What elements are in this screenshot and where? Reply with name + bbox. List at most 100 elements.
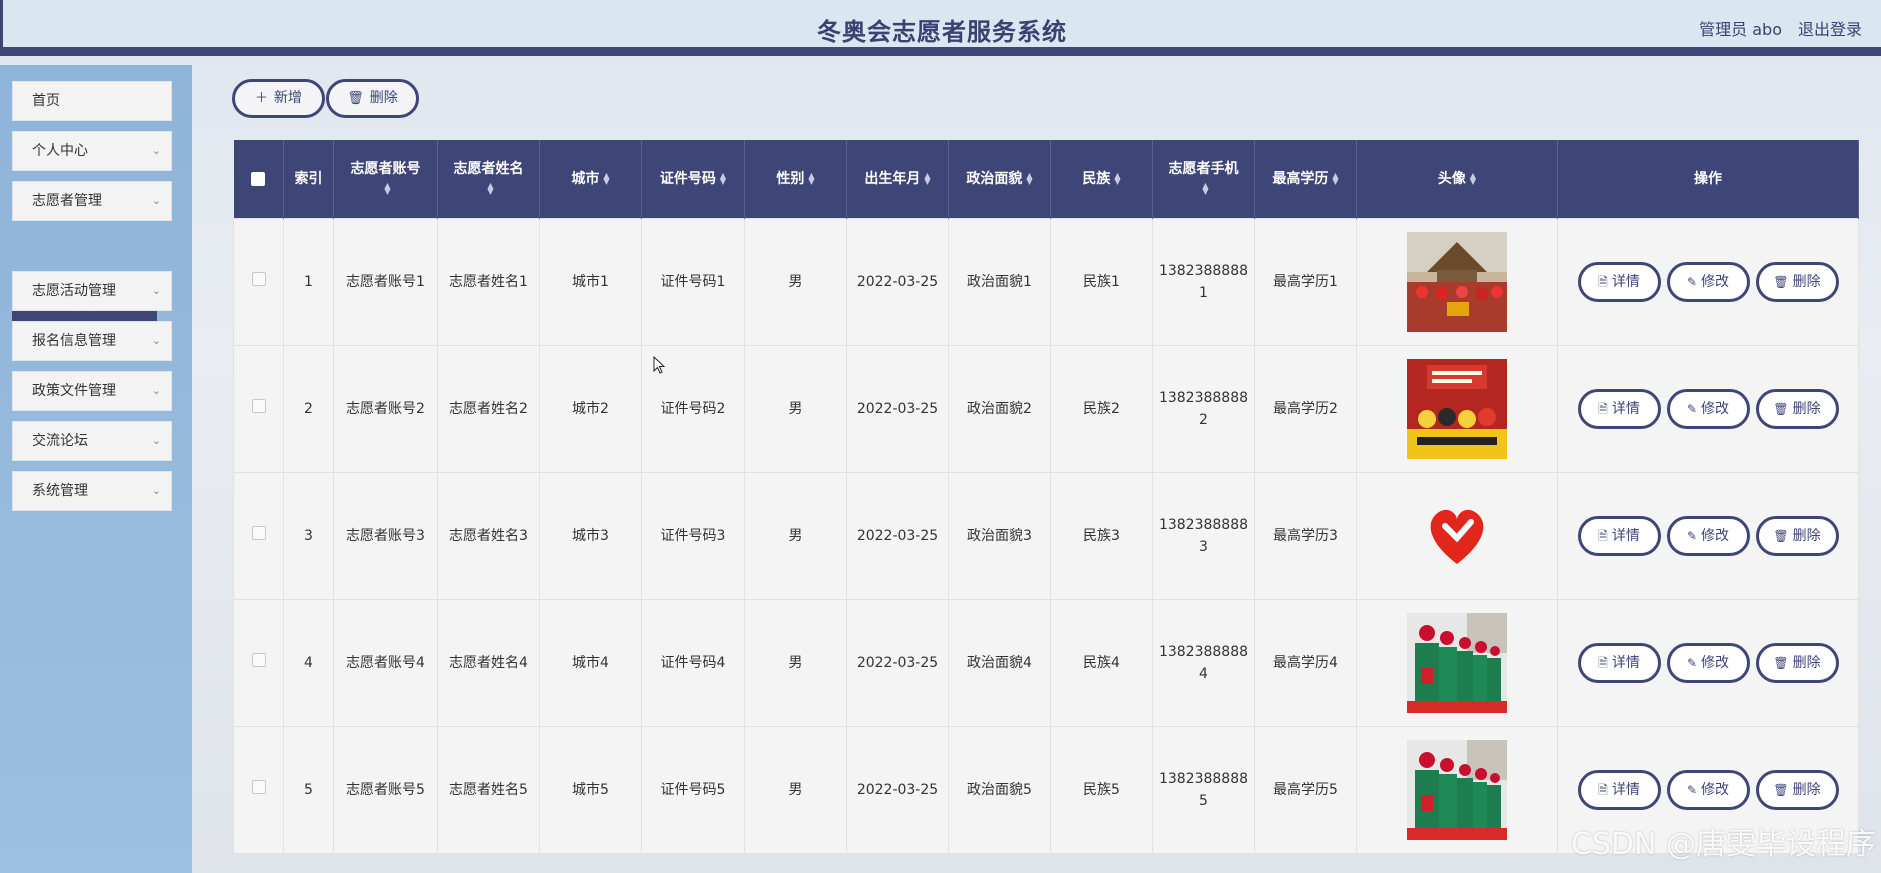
sidebar-item-personal-center[interactable]: 个人中心 ⌄ [12, 131, 172, 171]
col-ethnic[interactable]: 民族 ▲ ▼ [1050, 140, 1153, 218]
trash-icon: 🗑 [347, 91, 364, 106]
sidebar-item-activity-management[interactable]: 志愿活动管理 ⌄ [12, 271, 172, 311]
sidebar-item-signup-management[interactable]: 报名信息管理 ⌄ [12, 321, 172, 361]
cell-gender: 男 [744, 217, 847, 346]
col-politics[interactable]: 政治面貌 ▲ ▼ [948, 140, 1051, 218]
sidebar-item-forum[interactable]: 交流论坛 ⌄ [12, 421, 172, 461]
cell-education: 最高学历3 [1254, 471, 1357, 600]
cell-id-no: 证件号码5 [641, 725, 745, 854]
delete-button[interactable]: 🗑 删除 [1755, 261, 1839, 302]
sort-icon[interactable]: ▲ ▼ [487, 181, 493, 195]
detail-button[interactable]: 🗎 详情 [1577, 388, 1661, 429]
row-checkbox[interactable] [251, 398, 266, 413]
col-education[interactable]: 最高学历 ▲ ▼ [1254, 140, 1357, 218]
sidebar-item-system-management[interactable]: 系统管理 ⌄ [12, 471, 172, 511]
pencil-icon: ✎ [1686, 655, 1698, 670]
table-body: 1 志愿者账号1 志愿者姓名1 城市1 证件号码1 男 2022-03-25 政治面貌1 民族1… [233, 217, 1859, 854]
col-account[interactable]: 志愿者账号 ▲ ▼ [333, 140, 438, 218]
delete-button[interactable]: 🗑 删除 [1755, 642, 1839, 683]
delete-button[interactable]: 🗑 删除 [1755, 388, 1839, 429]
edit-button[interactable]: ✎ 修改 [1666, 261, 1750, 302]
sort-icon[interactable]: ▲ ▼ [924, 171, 930, 185]
cell-phone: 13823888881 [1152, 217, 1255, 346]
sort-icon[interactable]: ▲ ▼ [808, 171, 814, 185]
row-checkbox[interactable] [251, 652, 266, 667]
sort-icon[interactable]: ▲ ▼ [603, 171, 609, 185]
delete-button[interactable]: 🗑 删除 [1755, 515, 1839, 556]
watermark: CSDN @唐雯毕设程序 [1570, 827, 1876, 862]
sidebar-item-label: 个人中心 [32, 143, 88, 159]
col-phone[interactable]: 志愿者手机 ▲ ▼ [1152, 140, 1255, 218]
cell-ethnic: 民族2 [1050, 344, 1153, 473]
col-ethnic-label: 民族 [1082, 170, 1111, 187]
cell-index: 1 [283, 217, 334, 346]
col-education-label: 最高学历 [1272, 170, 1329, 187]
sort-icon[interactable]: ▲ ▼ [1114, 171, 1120, 185]
detail-button[interactable]: 🗎 详情 [1577, 261, 1661, 302]
col-birth-label: 出生年月 [864, 170, 921, 187]
sort-icon[interactable]: ▲ ▼ [720, 171, 726, 185]
row-checkbox[interactable] [251, 525, 266, 540]
cell-birth: 2022-03-25 [846, 725, 949, 854]
detail-button[interactable]: 🗎 详情 [1577, 515, 1661, 556]
chevron-down-icon: ⌄ [151, 384, 161, 397]
cell-actions: 🗎 详情 ✎ 修改 🗑 删除 [1557, 471, 1859, 600]
cell-avatar [1356, 217, 1558, 346]
delete-button[interactable]: 🗑 删除 [1755, 769, 1839, 810]
sort-icon[interactable]: ▲ ▼ [1026, 171, 1032, 185]
col-gender[interactable]: 性别 ▲ ▼ [744, 140, 847, 218]
row-checkbox-cell[interactable] [233, 598, 284, 727]
col-id-number[interactable]: 证件号码 ▲ ▼ [641, 140, 745, 218]
edit-button-label: 修改 [1701, 654, 1730, 671]
select-all-checkbox[interactable] [251, 171, 266, 186]
top-header: 冬奥会志愿者服务系统 管理员 abo 退出登录 [0, 0, 1881, 56]
logout-link[interactable]: 退出登录 [1798, 16, 1862, 40]
sidebar-item-policy-management[interactable]: 政策文件管理 ⌄ [12, 371, 172, 411]
select-all-checkbox-cell[interactable] [233, 140, 284, 218]
sort-icon[interactable]: ▲ ▼ [1470, 171, 1476, 185]
cell-city: 城市2 [539, 344, 642, 473]
detail-button[interactable]: 🗎 详情 [1577, 642, 1661, 683]
sort-icon[interactable]: ▲ ▼ [384, 181, 390, 195]
cell-index: 3 [283, 471, 334, 600]
row-checkbox-cell[interactable] [233, 471, 284, 600]
edit-button[interactable]: ✎ 修改 [1666, 388, 1750, 429]
cell-gender: 男 [744, 471, 847, 600]
sidebar-item-volunteer-management[interactable]: 志愿者管理 ⌄ [12, 181, 172, 221]
col-politics-label: 政治面貌 [966, 170, 1023, 187]
sidebar-item-label: 志愿活动管理 [32, 283, 116, 299]
detail-button[interactable]: 🗎 详情 [1577, 769, 1661, 810]
add-button[interactable]: ＋ 新增 [232, 79, 325, 118]
row-checkbox-cell[interactable] [233, 344, 284, 473]
edit-button[interactable]: ✎ 修改 [1666, 515, 1750, 556]
edit-button-label: 修改 [1701, 273, 1730, 290]
cell-ethnic: 民族4 [1050, 598, 1153, 727]
cell-actions: 🗎 详情 ✎ 修改 🗑 删除 [1557, 344, 1859, 473]
row-checkbox-cell[interactable] [233, 217, 284, 346]
sort-icon[interactable]: ▲ ▼ [1332, 171, 1338, 185]
row-checkbox-cell[interactable] [233, 725, 284, 854]
detail-button-label: 详情 [1611, 400, 1640, 417]
col-city[interactable]: 城市 ▲ ▼ [539, 140, 642, 218]
row-checkbox[interactable] [251, 271, 266, 286]
cell-politics: 政治面貌4 [948, 598, 1051, 727]
row-checkbox[interactable] [251, 779, 266, 794]
sort-icon[interactable]: ▲ ▼ [1202, 181, 1208, 195]
cell-index: 2 [283, 344, 334, 473]
sidebar-item-home[interactable]: 首页 [12, 81, 172, 121]
cell-name: 志愿者姓名2 [437, 344, 540, 473]
pencil-icon: ✎ [1686, 274, 1698, 289]
batch-delete-button[interactable]: 🗑 删除 [326, 79, 419, 118]
avatar-image [1407, 485, 1507, 586]
edit-button[interactable]: ✎ 修改 [1666, 642, 1750, 683]
col-actions: 操作 [1557, 140, 1859, 218]
cell-name: 志愿者姓名1 [437, 217, 540, 346]
col-birth[interactable]: 出生年月 ▲ ▼ [846, 140, 949, 218]
col-name[interactable]: 志愿者姓名 ▲ ▼ [437, 140, 540, 218]
col-avatar[interactable]: 头像 ▲ ▼ [1356, 140, 1558, 218]
detail-button-label: 详情 [1611, 654, 1640, 671]
col-account-label: 志愿者账号 [350, 160, 421, 177]
delete-button-label: 删除 [1792, 781, 1821, 798]
edit-button[interactable]: ✎ 修改 [1666, 769, 1750, 810]
delete-button-label: 删除 [1792, 273, 1821, 290]
